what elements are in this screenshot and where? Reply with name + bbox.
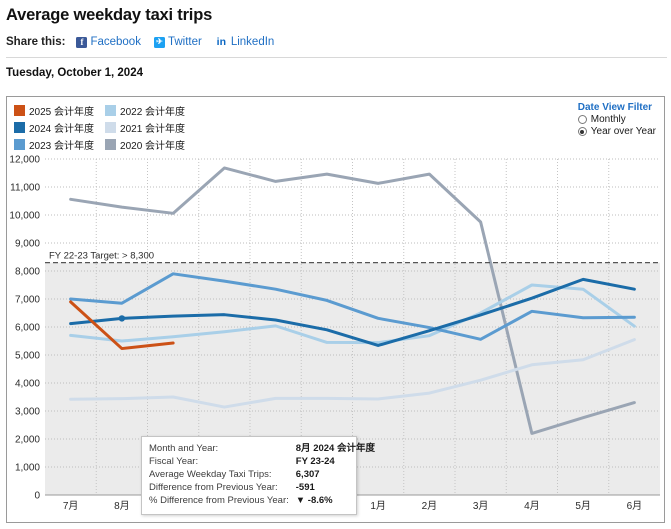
tooltip-value-pct-difference: ▼ -8.6% — [295, 495, 333, 507]
y-axis-tick: 3,000 — [15, 407, 40, 418]
y-axis-tick: 1,000 — [15, 463, 40, 474]
legend-item-2022[interactable]: 2022 会计年度 — [105, 103, 185, 118]
legend-swatch-2020 — [105, 139, 117, 150]
chart-panel: 2025 会计年度 2022 会计年度 2024 会计年度 2021 会计年度 … — [6, 96, 665, 523]
tooltip-label-difference: Difference from Previous Year: — [149, 482, 278, 494]
facebook-icon: f — [76, 36, 88, 48]
tooltip-table: Month and Year: 8月 2024 会计年度 Fiscal Year… — [149, 442, 375, 508]
radio-monthly[interactable]: Monthly — [577, 114, 656, 125]
tooltip-row: Fiscal Year: FY 23-24 — [149, 455, 375, 468]
legend-label-2021: 2021 会计年度 — [120, 124, 186, 135]
y-axis-tick: 12,000 — [9, 155, 40, 166]
target-line-label: FY 22-23 Target: > 8,300 — [49, 251, 154, 262]
date-view-filter: Date View Filter Monthly Year over Year — [577, 102, 656, 137]
tooltip-label-pct-difference: % Difference from Previous Year: — [149, 495, 289, 507]
x-axis-tick: 3月 — [473, 500, 489, 512]
legend-label-2025: 2025 会计年度 — [29, 107, 95, 118]
date-view-filter-title: Date View Filter — [577, 102, 653, 113]
y-axis-tick: 9,000 — [15, 239, 40, 250]
x-axis-tick: 7月 — [63, 500, 79, 512]
share-link-facebook-label: Facebook — [90, 36, 141, 48]
legend-swatch-2023 — [14, 139, 25, 150]
x-axis-tick: 8月 — [114, 500, 130, 512]
twitter-icon: ✈ — [153, 36, 165, 48]
share-link-twitter-label: Twitter — [167, 36, 202, 48]
chart-legend: 2025 会计年度 2022 会计年度 2024 会计年度 2021 会计年度 … — [14, 103, 185, 152]
tooltip-value-avg-trips: 6,307 — [295, 469, 320, 481]
tooltip-value-fiscal-year: FY 23-24 — [295, 456, 335, 468]
legend-item-2023[interactable]: 2023 会计年度 — [14, 137, 94, 152]
x-axis-tick: 4月 — [524, 500, 540, 512]
share-link-twitter[interactable]: ✈ Twitter — [153, 36, 202, 48]
legend-item-2021[interactable]: 2021 会计年度 — [105, 120, 185, 135]
tooltip-label-fiscal-year: Fiscal Year: — [149, 456, 199, 468]
share-link-facebook[interactable]: f Facebook — [76, 36, 141, 48]
highlighted-data-point[interactable] — [118, 315, 126, 322]
y-axis-tick: 11,000 — [10, 183, 40, 194]
legend-swatch-2025 — [14, 105, 25, 116]
tooltip-row: % Difference from Previous Year: ▼ -8.6% — [149, 494, 375, 507]
x-axis-tick: 6月 — [627, 500, 643, 512]
share-link-linkedin-label: LinkedIn — [230, 36, 275, 48]
legend-label-2022: 2022 会计年度 — [120, 107, 186, 118]
chart-tooltip: Month and Year: 8月 2024 会计年度 Fiscal Year… — [141, 436, 375, 515]
y-axis-tick: 5,000 — [15, 351, 40, 362]
legend-swatch-2021 — [105, 122, 117, 133]
linkedin-icon: in — [214, 35, 228, 48]
radio-year-over-year[interactable]: Year over Year — [577, 126, 656, 137]
tooltip-value-difference: -591 — [295, 482, 315, 494]
legend-swatch-2024 — [14, 122, 25, 133]
tooltip-label-avg-trips: Average Weekday Taxi Trips: — [149, 469, 272, 481]
legend-label-2020: 2020 会计年度 — [120, 141, 186, 152]
share-this-label: Share this: — [6, 36, 66, 48]
y-axis-tick: 6,000 — [15, 323, 40, 334]
tooltip-row: Difference from Previous Year: -591 — [149, 481, 375, 494]
tooltip-value-month-and-year: 8月 2024 会计年度 — [295, 443, 375, 454]
tooltip-label-month-and-year: Month and Year: — [149, 443, 219, 454]
legend-swatch-2022 — [105, 105, 117, 116]
y-axis-tick: 7,000 — [15, 295, 40, 306]
y-axis-tick: 0 — [34, 491, 40, 502]
y-axis-tick: 4,000 — [15, 379, 40, 390]
radio-monthly-label: Monthly — [590, 114, 626, 125]
radio-monthly-indicator — [577, 115, 587, 124]
legend-label-2024: 2024 会计年度 — [29, 124, 95, 135]
legend-item-2024[interactable]: 2024 会计年度 — [14, 120, 94, 135]
radio-year-over-year-indicator — [577, 127, 587, 136]
legend-item-2025[interactable]: 2025 会计年度 — [14, 103, 94, 118]
tooltip-row: Month and Year: 8月 2024 会计年度 — [149, 442, 375, 455]
report-date: Tuesday, October 1, 2024 — [6, 67, 143, 79]
y-axis-tick: 8,000 — [15, 267, 40, 278]
y-axis-tick: 2,000 — [15, 435, 40, 446]
x-axis-tick: 2月 — [422, 500, 438, 512]
tooltip-row: Average Weekday Taxi Trips: 6,307 — [149, 468, 375, 481]
share-link-linkedin[interactable]: in LinkedIn — [214, 35, 275, 48]
radio-year-over-year-label: Year over Year — [590, 126, 656, 137]
legend-item-2020[interactable]: 2020 会计年度 — [105, 137, 185, 152]
legend-label-2023: 2023 会计年度 — [29, 141, 95, 152]
share-row: Share this: f Facebook ✈ Twitter in Link… — [0, 25, 671, 48]
page-title: Average weekday taxi trips — [6, 6, 213, 24]
x-axis-tick: 5月 — [575, 500, 591, 512]
y-axis-tick: 10,000 — [9, 211, 40, 222]
